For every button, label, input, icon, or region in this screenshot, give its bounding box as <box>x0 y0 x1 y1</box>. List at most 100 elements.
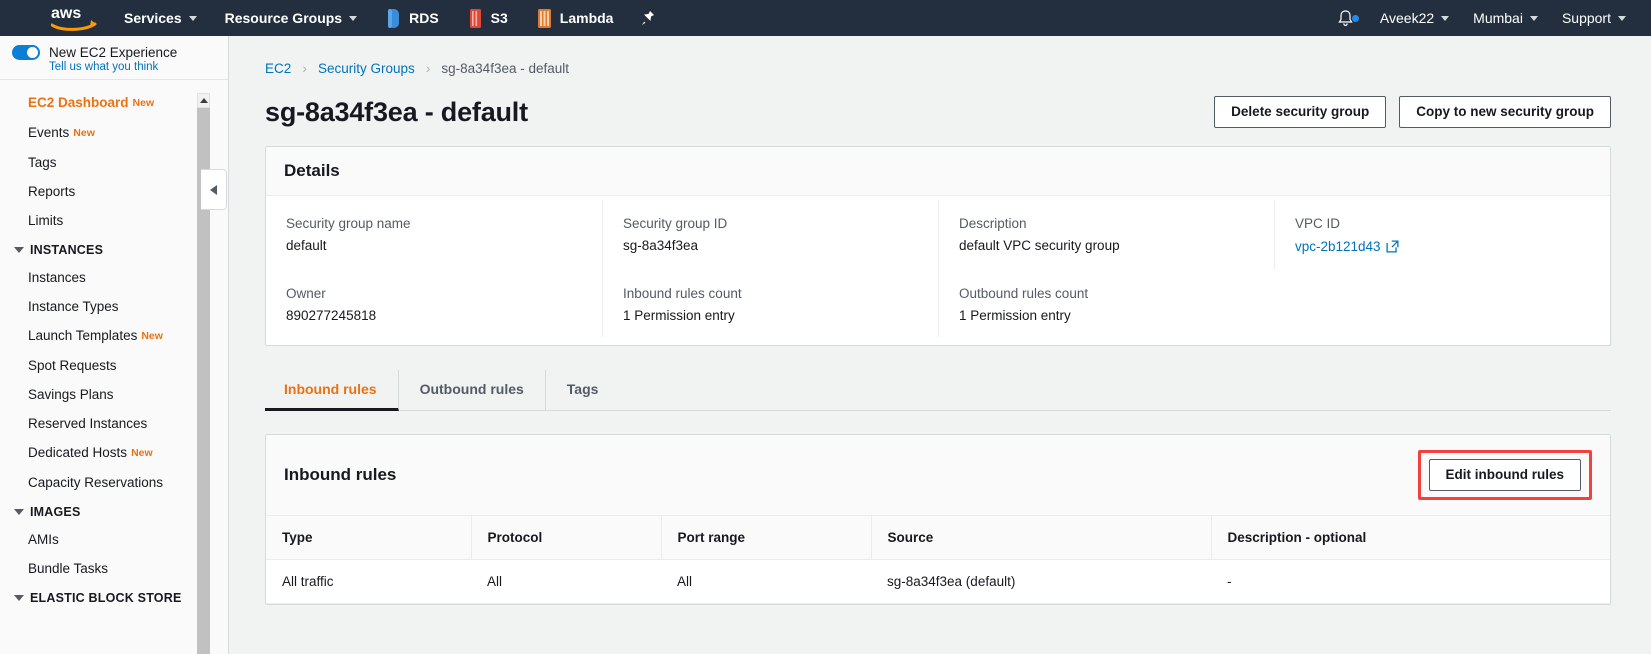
tab-tags[interactable]: Tags <box>546 370 620 410</box>
top-navigation-bar: aws Services Resource Groups RDS S3 <box>0 0 1651 36</box>
pin-icon <box>641 10 655 26</box>
new-experience-row: New EC2 Experience <box>12 45 216 60</box>
column-header-port-range: Port range <box>661 516 871 560</box>
nav-support-menu[interactable]: Support <box>1551 0 1637 36</box>
detail-label: Outbound rules count <box>959 286 1254 301</box>
detail-security-group-name: Security group name default <box>266 200 602 270</box>
sidebar-item-bundle-tasks[interactable]: Bundle Tasks <box>0 554 228 583</box>
sidebar-collapse-button[interactable] <box>201 169 227 210</box>
vpc-id-value: vpc-2b121d43 <box>1295 239 1381 254</box>
inbound-rules-table: Type Protocol Port range Source Descript… <box>266 516 1610 604</box>
sidebar-item-instance-types[interactable]: Instance Types <box>0 292 228 321</box>
sidebar-item-dedicated-hosts[interactable]: Dedicated HostsNew <box>0 438 228 468</box>
chevron-left-icon <box>210 185 217 195</box>
lambda-icon <box>536 9 553 28</box>
nav-shortcut-s3[interactable]: S3 <box>453 0 522 36</box>
inbound-rules-header: Inbound rules Edit inbound rules <box>266 435 1610 516</box>
nav-resource-groups-label: Resource Groups <box>225 10 342 26</box>
page-body: New EC2 Experience Tell us what you thin… <box>0 36 1651 654</box>
main-content: EC2 › Security Groups › sg-8a34f3ea - de… <box>229 36 1651 654</box>
nav-shortcut-lambda-label: Lambda <box>560 10 614 26</box>
sidebar-item-amis[interactable]: AMIs <box>0 525 228 554</box>
details-card-header: Details <box>266 147 1610 196</box>
breadcrumb-item-current: sg-8a34f3ea - default <box>441 61 569 76</box>
edit-inbound-rules-button[interactable]: Edit inbound rules <box>1429 459 1582 491</box>
nav-services-label: Services <box>124 10 182 26</box>
chevron-down-icon <box>1530 16 1538 21</box>
sidebar-item-label: Launch Templates <box>28 328 137 343</box>
table-row[interactable]: All traffic All All sg-8a34f3ea (default… <box>266 560 1610 604</box>
nav-pin-shortcut[interactable] <box>627 0 669 36</box>
sidebar-item-ec2-dashboard[interactable]: EC2 DashboardNew <box>0 88 228 118</box>
sidebar-item-label: Instances <box>28 270 86 285</box>
sidebar-item-launch-templates[interactable]: Launch Templates New <box>0 321 228 351</box>
tab-outbound-rules[interactable]: Outbound rules <box>399 370 546 410</box>
column-header-protocol: Protocol <box>471 516 661 560</box>
aws-logo[interactable]: aws <box>38 4 110 32</box>
detail-value: default <box>286 238 582 253</box>
new-experience-feedback-link[interactable]: Tell us what you think <box>49 61 216 73</box>
chevron-down-icon <box>1618 16 1626 21</box>
sidebar-item-label: Bundle Tasks <box>28 561 108 576</box>
table-header-row: Type Protocol Port range Source Descript… <box>266 516 1610 560</box>
sidebar-group-label: INSTANCES <box>30 243 103 257</box>
page-header-actions: Delete security group Copy to new securi… <box>1214 96 1611 128</box>
details-card: Details Security group name default Secu… <box>265 146 1611 346</box>
sidebar-item-events[interactable]: EventsNew <box>0 118 228 148</box>
nav-shortcut-lambda[interactable]: Lambda <box>522 0 628 36</box>
nav-right-group: Aveek22 Mumbai Support <box>1324 0 1651 36</box>
chevron-down-icon <box>14 247 24 253</box>
sidebar-group-label: ELASTIC BLOCK STORE <box>30 591 182 605</box>
details-card-title: Details <box>284 161 340 181</box>
sidebar-item-savings-plans[interactable]: Savings Plans <box>0 380 228 409</box>
sidebar-item-tags[interactable]: Tags <box>0 148 228 177</box>
nav-resource-groups[interactable]: Resource Groups <box>211 0 371 36</box>
sidebar-item-capacity-reservations[interactable]: Capacity Reservations <box>0 468 228 497</box>
sidebar-group-elastic-block-store[interactable]: ELASTIC BLOCK STORE <box>0 583 228 611</box>
sidebar-item-instances[interactable]: Instances <box>0 263 228 292</box>
nav-region-menu[interactable]: Mumbai <box>1462 0 1549 36</box>
chevron-down-icon <box>14 509 24 515</box>
rules-tabs: Inbound rules Outbound rules Tags <box>265 370 1611 411</box>
inbound-rules-table-body: All traffic All All sg-8a34f3ea (default… <box>266 560 1610 604</box>
left-sidebar: New EC2 Experience Tell us what you thin… <box>0 36 229 654</box>
nav-services[interactable]: Services <box>110 0 211 36</box>
main-inner: EC2 › Security Groups › sg-8a34f3ea - de… <box>229 36 1651 605</box>
detail-owner: Owner 890277245818 <box>266 270 602 337</box>
sidebar-item-new-badge: New <box>131 447 153 459</box>
notifications-button[interactable] <box>1324 9 1367 28</box>
inbound-rules-panel: Inbound rules Edit inbound rules Type Pr… <box>265 434 1611 605</box>
detail-value: default VPC security group <box>959 238 1254 253</box>
copy-to-new-security-group-button[interactable]: Copy to new security group <box>1399 96 1611 128</box>
page-title: sg-8a34f3ea - default <box>265 97 528 128</box>
cell-port-range: All <box>661 560 871 604</box>
sidebar-item-reserved-instances[interactable]: Reserved Instances <box>0 409 228 438</box>
detail-value: 890277245818 <box>286 308 582 323</box>
sidebar-scroll-up-button[interactable] <box>197 93 210 108</box>
nav-shortcut-s3-label: S3 <box>491 10 508 26</box>
detail-label: Security group ID <box>623 216 918 231</box>
detail-security-group-id: Security group ID sg-8a34f3ea <box>602 200 938 270</box>
cell-source: sg-8a34f3ea (default) <box>871 560 1211 604</box>
sidebar-item-spot-requests[interactable]: Spot Requests <box>0 351 228 380</box>
nav-account-menu[interactable]: Aveek22 <box>1369 0 1460 36</box>
detail-label: Owner <box>286 286 582 301</box>
sidebar-item-reports[interactable]: Reports <box>0 177 228 206</box>
new-experience-toggle[interactable] <box>12 45 40 60</box>
breadcrumb-item-security-groups[interactable]: Security Groups <box>318 61 415 76</box>
nav-shortcut-rds-label: RDS <box>409 10 439 26</box>
sidebar-group-instances[interactable]: INSTANCES <box>0 235 228 263</box>
detail-label: Inbound rules count <box>623 286 918 301</box>
sidebar-item-new-badge: New <box>141 330 163 342</box>
chevron-down-icon <box>14 595 24 601</box>
tab-inbound-rules[interactable]: Inbound rules <box>265 370 399 411</box>
vpc-id-link[interactable]: vpc-2b121d43 <box>1295 239 1399 254</box>
breadcrumb-separator-icon: › <box>302 60 307 76</box>
nav-shortcut-rds[interactable]: RDS <box>371 0 453 36</box>
sidebar-item-label: Reserved Instances <box>28 416 147 431</box>
breadcrumb-item-ec2[interactable]: EC2 <box>265 61 291 76</box>
delete-security-group-button[interactable]: Delete security group <box>1214 96 1386 128</box>
sidebar-item-limits[interactable]: Limits <box>0 206 228 235</box>
sidebar-group-images[interactable]: IMAGES <box>0 497 228 525</box>
breadcrumb: EC2 › Security Groups › sg-8a34f3ea - de… <box>265 36 1611 76</box>
